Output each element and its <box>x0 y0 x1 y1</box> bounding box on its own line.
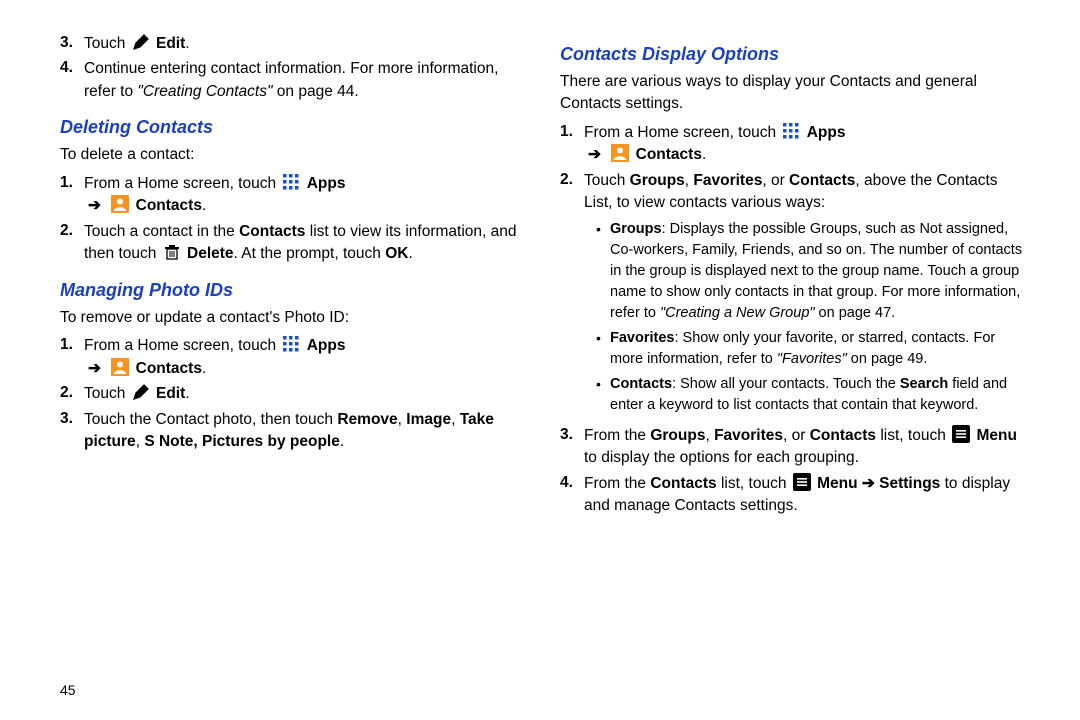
step-number: 2. <box>60 221 84 240</box>
step-body: From a Home screen, touch Apps ➔ Contact… <box>584 122 1030 167</box>
bullet-list: • Groups: Displays the possible Groups, … <box>596 219 1030 416</box>
contacts-icon <box>111 195 129 213</box>
bullet-body: Contacts: Show all your contacts. Touch … <box>610 374 1030 416</box>
step-number: 3. <box>60 409 84 428</box>
arrow-icon: ➔ <box>88 195 101 217</box>
heading-display-options: Contacts Display Options <box>560 44 1030 65</box>
bullet-dot: • <box>596 328 610 348</box>
step-body: Touch Edit. <box>84 383 520 405</box>
step-number: 1. <box>560 122 584 141</box>
photo-steps: 1. From a Home screen, touch Apps ➔ <box>60 335 520 453</box>
pencil-icon <box>132 383 150 401</box>
pencil-icon <box>132 33 150 51</box>
left-column: 3. Touch Edit. 4. Continue entering cont… <box>60 30 550 700</box>
bullet-dot: • <box>596 374 610 394</box>
step-body: Touch Groups, Favorites, or Contacts, ab… <box>584 170 1030 422</box>
step-body: From a Home screen, touch Apps ➔ <box>84 173 520 218</box>
step-number: 3. <box>560 425 584 444</box>
arrow-icon: ➔ <box>588 144 601 166</box>
step-number: 4. <box>60 58 84 77</box>
page-number: 45 <box>60 682 76 698</box>
step-body: From the Contacts list, touch Menu ➔ Set… <box>584 473 1030 518</box>
step-number: 1. <box>60 173 84 192</box>
step-body: Touch the Contact photo, then touch Remo… <box>84 409 520 454</box>
arrow-icon: ➔ <box>88 358 101 380</box>
step-number: 1. <box>60 335 84 354</box>
trash-icon <box>163 243 181 261</box>
step-body: From a Home screen, touch Apps ➔ Contact… <box>84 335 520 380</box>
contacts-icon <box>111 358 129 376</box>
contacts-icon <box>611 144 629 162</box>
intro-text: There are various ways to display your C… <box>560 71 1030 116</box>
intro-text: To delete a contact: <box>60 144 520 166</box>
step-number: 3. <box>60 33 84 52</box>
menu-icon <box>793 473 811 491</box>
step-number: 4. <box>560 473 584 492</box>
intro-text: To remove or update a contact's Photo ID… <box>60 307 520 329</box>
display-steps: 1. From a Home screen, touch Apps ➔ <box>560 122 1030 518</box>
step-body: Touch Edit. <box>84 33 520 55</box>
bullet-dot: • <box>596 219 610 239</box>
step-number: 2. <box>560 170 584 189</box>
step-number: 2. <box>60 383 84 402</box>
step-body: Continue entering contact information. F… <box>84 58 520 103</box>
bullet-body: Groups: Displays the possible Groups, su… <box>610 219 1030 324</box>
menu-icon <box>952 425 970 443</box>
continued-steps: 3. Touch Edit. 4. Continue entering cont… <box>60 33 520 103</box>
apps-grid-icon <box>282 335 300 353</box>
heading-deleting-contacts: Deleting Contacts <box>60 117 520 138</box>
right-column: Contacts Display Options There are vario… <box>550 30 1040 700</box>
delete-steps: 1. From a Home screen, touch Apps <box>60 173 520 266</box>
apps-grid-icon <box>282 173 300 191</box>
step-body: From the Groups, Favorites, or Contacts … <box>584 425 1030 470</box>
bullet-body: Favorites: Show only your favorite, or s… <box>610 328 1030 370</box>
heading-photo-ids: Managing Photo IDs <box>60 280 520 301</box>
step-body: Touch a contact in the Contacts list to … <box>84 221 520 266</box>
apps-grid-icon <box>782 122 800 140</box>
